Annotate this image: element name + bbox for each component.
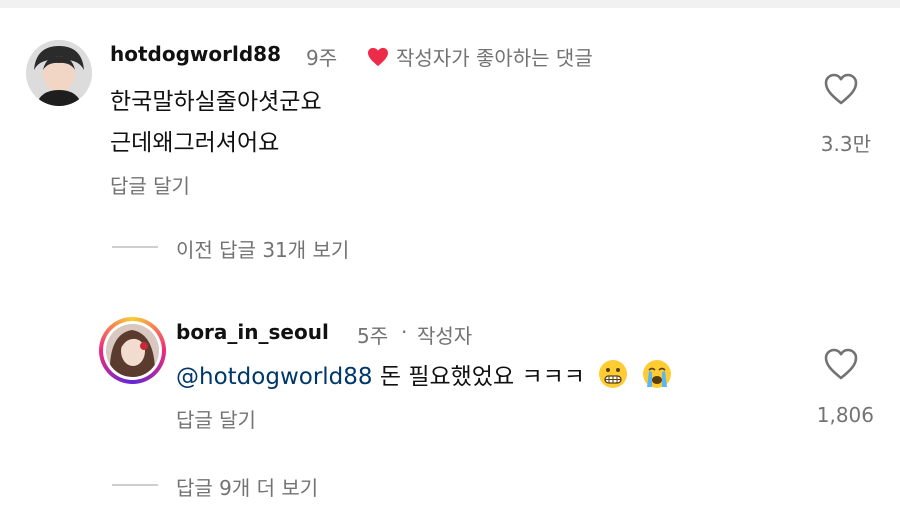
heart-outline-icon[interactable] bbox=[823, 72, 859, 106]
reply-button[interactable]: 답글 달기 bbox=[176, 404, 256, 433]
like-count: 3.3만 bbox=[820, 132, 871, 156]
avatar-bora_in_seoul[interactable] bbox=[99, 317, 166, 384]
comment-username[interactable]: hotdogworld88 bbox=[110, 42, 281, 66]
avatar-photo bbox=[26, 40, 92, 106]
like-count: 1,806 bbox=[816, 403, 874, 427]
thread-line bbox=[112, 484, 158, 486]
thread-line bbox=[112, 246, 158, 248]
mention-link[interactable]: @hotdogworld88 bbox=[176, 364, 373, 390]
comment-text-line-2: 근데왜그러셔어요 bbox=[110, 130, 280, 156]
heart-outline-icon[interactable] bbox=[823, 347, 859, 381]
reply-button[interactable]: 답글 달기 bbox=[110, 170, 190, 199]
author-label: 작성자 bbox=[417, 324, 473, 348]
comment-age: 9주 bbox=[306, 46, 338, 70]
reply-text-body: 돈 필요했었요 ㅋㅋㅋ bbox=[379, 364, 585, 390]
comment-text-line-1: 한국말하실줄아셧군요 bbox=[110, 89, 322, 115]
view-previous-replies-button[interactable]: 이전 답글 31개 보기 bbox=[176, 234, 349, 263]
comment-username[interactable]: bora_in_seoul bbox=[176, 320, 329, 344]
heart-filled-icon bbox=[368, 47, 388, 67]
creator-liked-label: 작성자가 좋아하는 댓글 bbox=[396, 46, 593, 70]
meta-separator: · bbox=[401, 320, 408, 344]
loudly-crying-face-emoji bbox=[642, 360, 671, 388]
avatar-hotdogworld88[interactable] bbox=[26, 40, 92, 106]
comment-age: 5주 bbox=[357, 324, 389, 348]
grimacing-face-emoji bbox=[599, 360, 628, 388]
avatar-ring-gap bbox=[103, 321, 162, 380]
view-more-replies-button[interactable]: 답글 9개 더 보기 bbox=[176, 472, 318, 501]
reply-text: @hotdogworld88 돈 필요했었요 ㅋㅋㅋ bbox=[176, 357, 672, 391]
top-divider bbox=[0, 0, 900, 8]
avatar-photo bbox=[106, 324, 159, 377]
